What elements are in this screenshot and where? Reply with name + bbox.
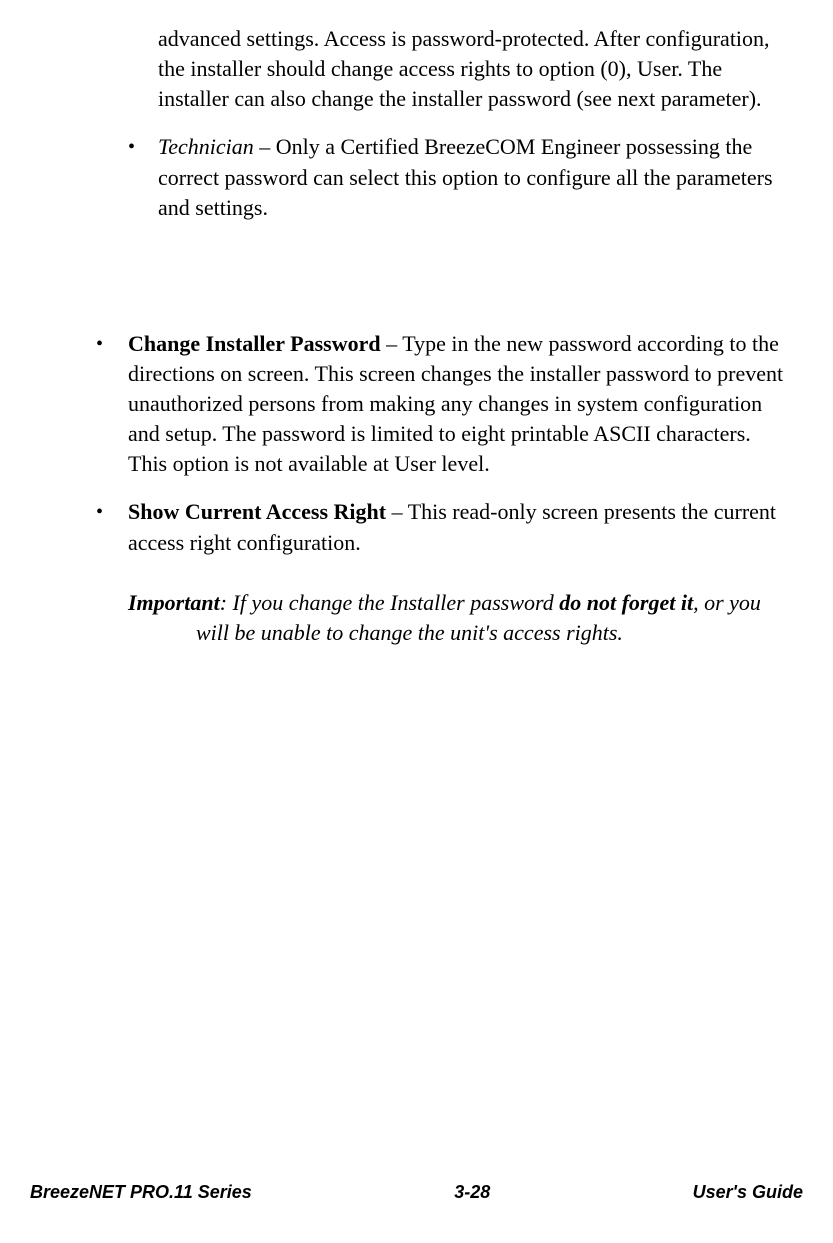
bullet-icon: • [96,497,128,557]
bullet-technician: • Technician – Only a Certified BreezeCO… [128,132,788,222]
important-bold: do not forget it [559,590,693,615]
important-note: Important: If you change the Installer p… [156,588,788,648]
section-gap [128,241,788,329]
footer-center: 3-28 [454,1182,490,1203]
show-access-label: Show Current Access Right [128,499,386,524]
bullet-icon: • [96,329,128,480]
change-password-label: Change Installer Password [128,331,381,356]
bullet-text: Technician – Only a Certified BreezeCOM … [158,132,788,222]
continued-paragraph: advanced settings. Access is password-pr… [128,24,788,114]
bullet-icon: • [128,132,158,222]
footer-left: BreezeNET PRO.11 Series [30,1182,252,1203]
bullet-change-password: • Change Installer Password – Type in th… [96,329,788,480]
bullet-text: Change Installer Password – Type in the … [128,329,788,480]
technician-label: Technician [158,134,254,159]
bullet-show-access: • Show Current Access Right – This read-… [96,497,788,557]
bullet-text: Show Current Access Right – This read-on… [128,497,788,557]
page-content: advanced settings. Access is password-pr… [30,24,803,648]
page-footer: BreezeNET PRO.11 Series 3-28 User's Guid… [30,1182,803,1203]
footer-right: User's Guide [693,1182,803,1203]
important-text-1: : If you change the Installer password [220,590,560,615]
important-label: Important [128,590,220,615]
